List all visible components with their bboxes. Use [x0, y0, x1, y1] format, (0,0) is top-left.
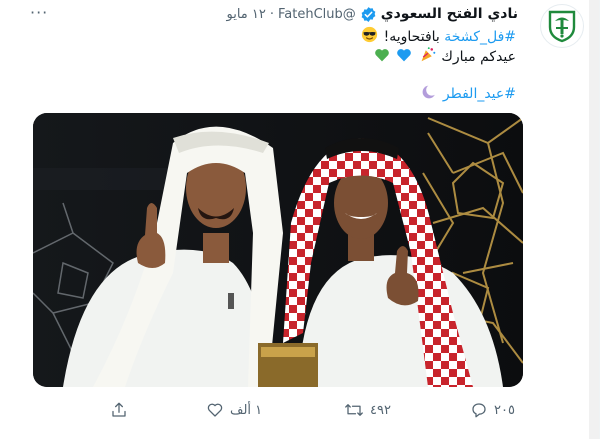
reply-button[interactable]: ٢٠٥	[470, 401, 515, 419]
like-count: ١ ألف	[230, 402, 263, 418]
hashtag-link[interactable]: #فل_كشخة	[444, 29, 516, 45]
blue-heart-emoji-icon	[396, 47, 412, 69]
scrollbar[interactable]	[589, 0, 599, 439]
hashtag-link[interactable]: #عيد_الفطر	[443, 86, 516, 102]
tweet-frame: ··· نادي الفتح السعودي @FatehClub · ١٢ م…	[0, 0, 600, 439]
tweet-text: بافتحاويه!	[383, 29, 440, 45]
tweet-video-media[interactable]	[33, 113, 523, 387]
verified-badge-icon	[360, 6, 377, 23]
share-button[interactable]	[110, 401, 128, 419]
green-heart-emoji-icon	[374, 47, 390, 69]
tweet-card[interactable]: ··· نادي الفتح السعودي @FatehClub · ١٢ م…	[0, 0, 588, 439]
like-button[interactable]: ١ ألف	[206, 401, 262, 419]
tweet-text-line-3: #عيد_الفطر	[56, 84, 516, 106]
separator-dot: ·	[269, 6, 275, 22]
tweet-video-thumbnail	[33, 113, 523, 387]
reply-count: ٢٠٥	[494, 402, 515, 418]
club-crest-icon	[548, 10, 576, 43]
tweet-text-line-2: عيدكم مبارك	[56, 46, 516, 69]
account-handle[interactable]: @FatehClub	[278, 7, 356, 22]
party-popper-emoji-icon	[419, 46, 436, 69]
account-name[interactable]: نادي الفتح السعودي	[381, 6, 518, 22]
tweet-actions: ٢٠٥ ٤٩٢ ١ ألف	[110, 401, 530, 421]
heart-icon	[207, 403, 223, 417]
tweet-date[interactable]: ١٢ مايو	[227, 7, 266, 22]
tweet-text: عيدكم مبارك	[441, 49, 516, 65]
retweet-count: ٤٩٢	[370, 402, 391, 418]
more-options-icon[interactable]: ···	[30, 3, 48, 22]
avatar[interactable]	[540, 4, 584, 48]
tweet-header: نادي الفتح السعودي @FatehClub · ١٢ مايو	[227, 4, 518, 24]
reply-icon	[472, 403, 486, 418]
crescent-moon-emoji-icon	[421, 84, 438, 106]
retweet-icon	[345, 404, 363, 416]
retweet-button[interactable]: ٤٩٢	[344, 401, 391, 419]
share-icon	[112, 402, 126, 417]
